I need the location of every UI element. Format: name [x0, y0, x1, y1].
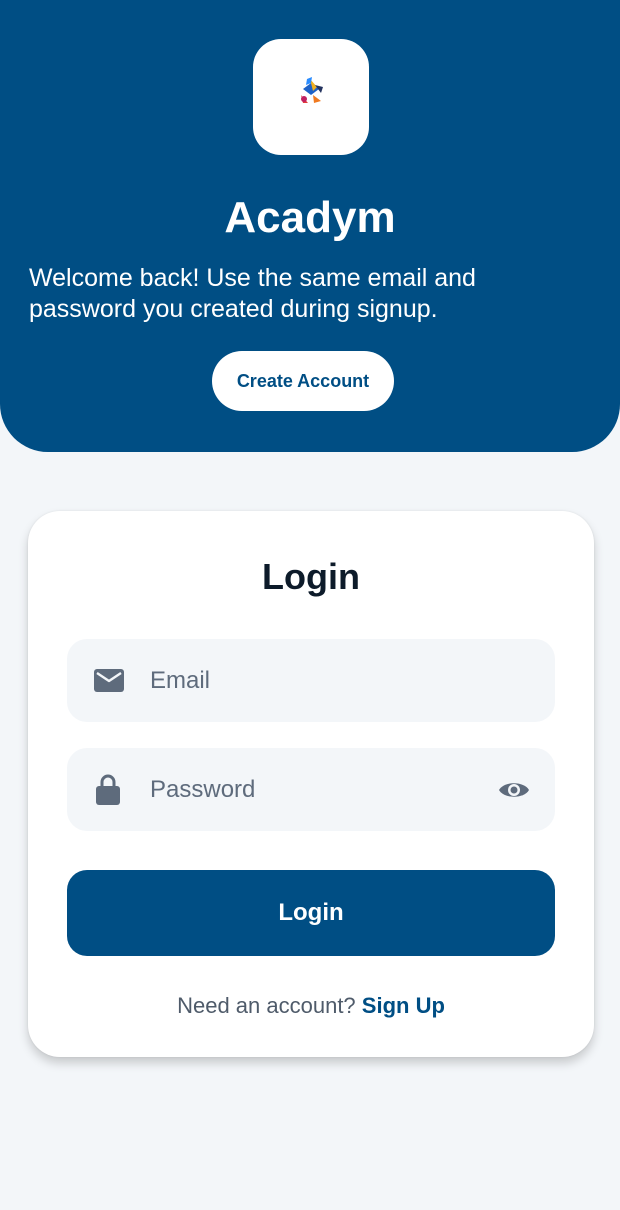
app-title: Acadym	[224, 193, 396, 242]
header-banner: Acadym Welcome back! Use the same email …	[0, 0, 620, 452]
password-field[interactable]	[67, 748, 555, 831]
email-field[interactable]	[67, 639, 555, 722]
create-account-button[interactable]: Create Account	[212, 351, 394, 411]
login-card: Login Login Need an account? Sign Up	[28, 511, 594, 1057]
eye-icon[interactable]	[498, 780, 530, 800]
mail-icon	[94, 669, 124, 692]
email-input[interactable]	[150, 639, 480, 722]
welcome-message: Welcome back! Use the same email and pas…	[29, 264, 476, 323]
signup-prompt-text: Need an account?	[177, 993, 356, 1018]
app-logo	[253, 39, 369, 155]
password-input[interactable]	[150, 748, 480, 831]
login-title: Login	[262, 556, 360, 597]
graduation-cap-logo-icon	[301, 77, 323, 103]
signup-prompt-line: Need an account? Sign Up	[28, 992, 594, 1020]
login-button[interactable]: Login	[67, 870, 555, 956]
lock-icon	[96, 774, 120, 805]
signup-link[interactable]: Sign Up	[362, 993, 445, 1018]
